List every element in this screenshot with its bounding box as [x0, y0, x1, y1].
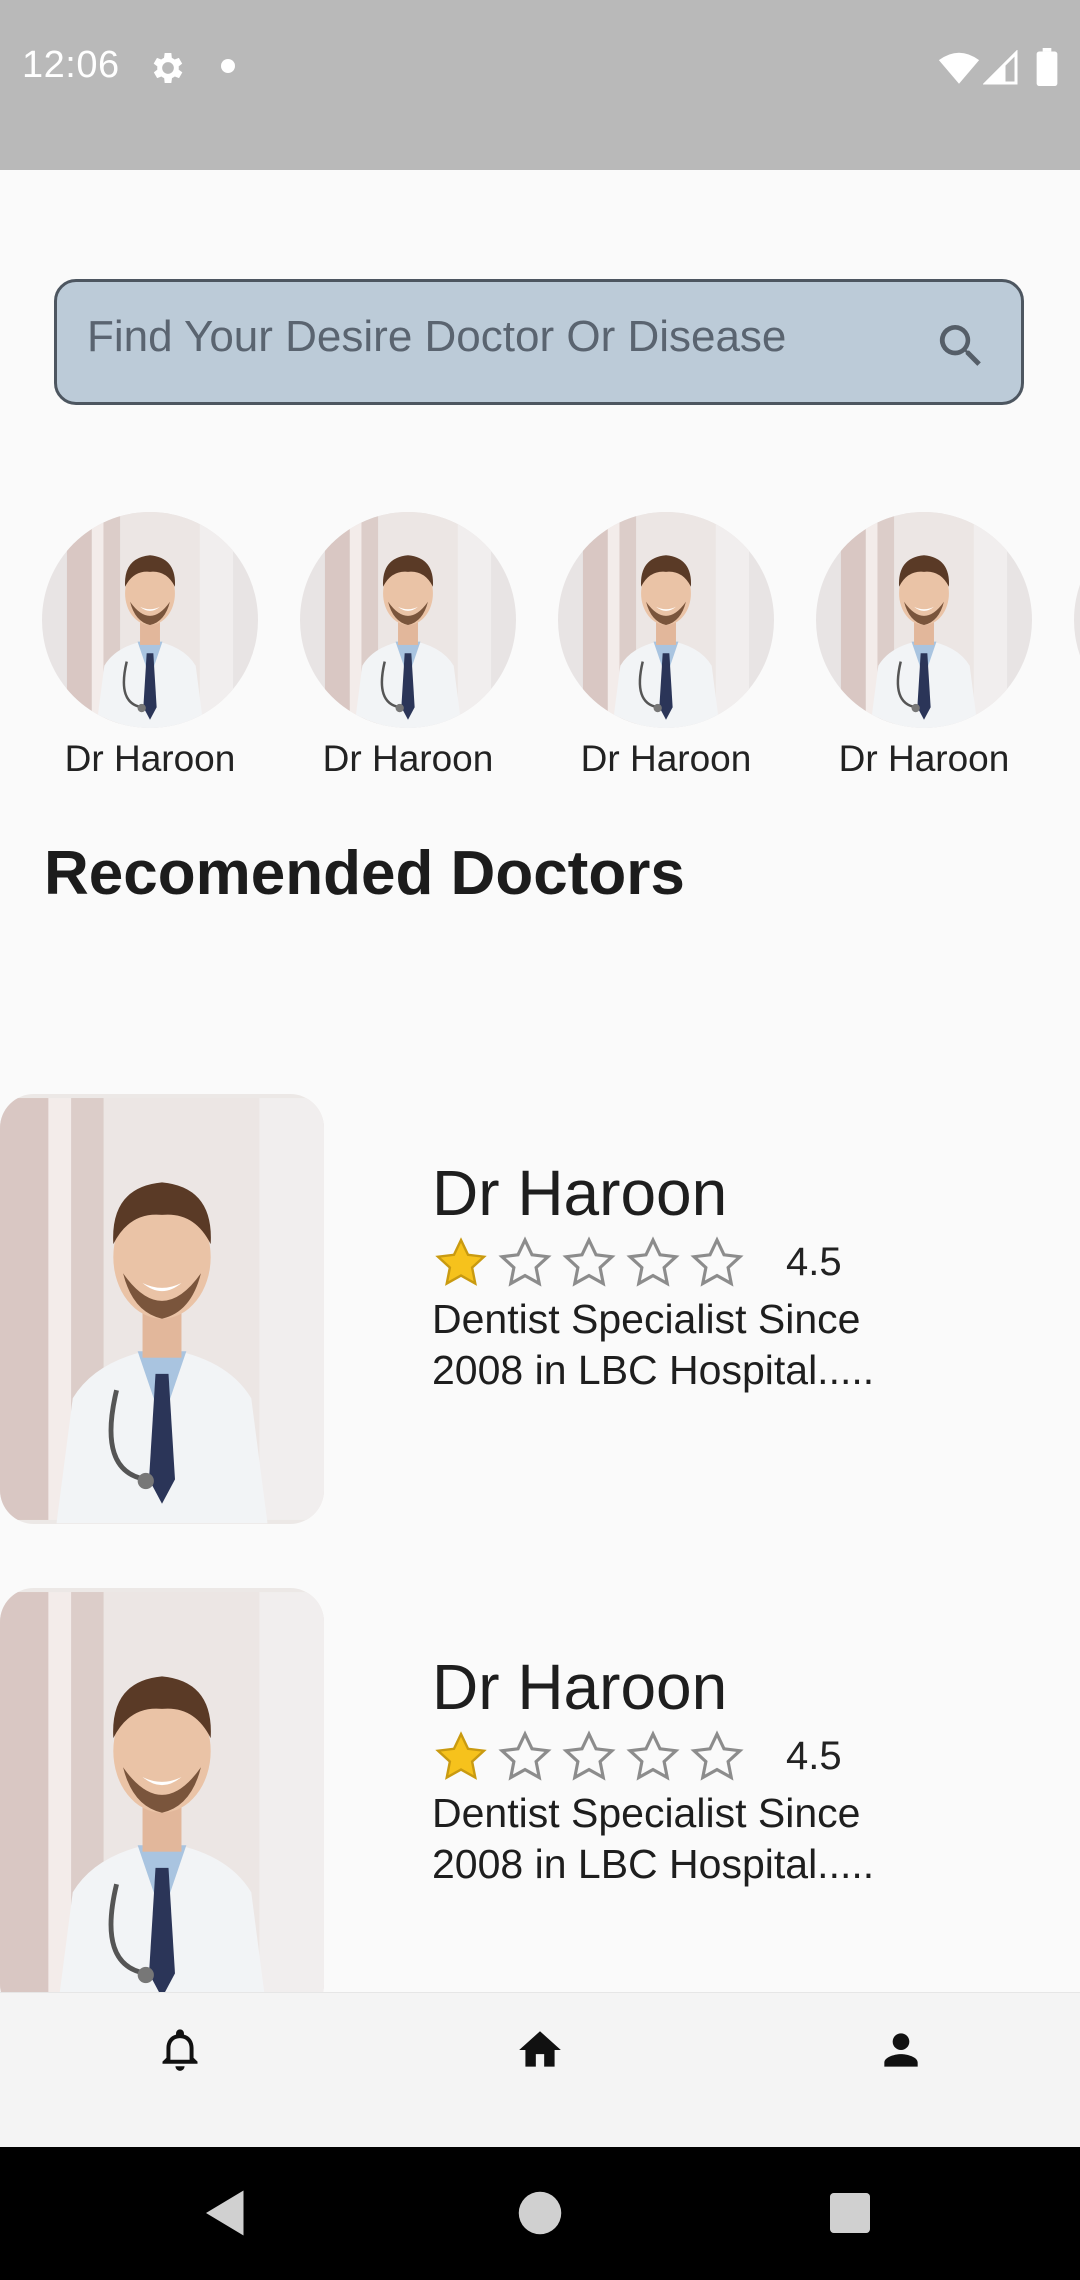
star-empty-icon	[496, 1234, 554, 1292]
section-title: Recomended Doctors	[44, 839, 685, 908]
doctor-avatar-item[interactable]: Dr Haroon	[795, 512, 1053, 780]
battery-icon	[1036, 48, 1058, 86]
doctor-avatar-item[interactable]: Dr Haroon	[537, 512, 795, 780]
cell-signal-icon	[983, 50, 1018, 85]
doctor-avatar-partial[interactable]	[1074, 512, 1080, 728]
star-empty-icon	[496, 1728, 554, 1786]
star-empty-icon	[688, 1234, 746, 1292]
wifi-icon	[938, 52, 980, 84]
doctor-avatar-item[interactable]: Dr Haroon	[279, 512, 537, 780]
search-bar[interactable]	[54, 279, 1024, 405]
doctor-avatar-photo[interactable]	[558, 512, 774, 728]
doctor-avatar-name: Dr Haroon	[838, 738, 1010, 779]
doctor-avatar-photo[interactable]	[300, 512, 516, 728]
doctor-avatar-photo[interactable]	[816, 512, 1032, 728]
home-icon[interactable]	[515, 2025, 565, 2075]
star-empty-icon	[624, 1728, 682, 1786]
star-filled-icon	[432, 1728, 490, 1786]
rating-value: 4.5	[786, 1240, 842, 1284]
doctor-card[interactable]: Dr Haroon 4.5 Dentist Specialist Since 2…	[0, 1588, 1080, 1992]
doctor-avatars-row[interactable]: Dr Haroon Dr Haroon Dr Haroon Dr Haroon	[0, 512, 1080, 782]
doctor-name: Dr Haroon	[432, 1157, 728, 1229]
status-time: 12:06	[22, 44, 120, 86]
doctor-photo[interactable]	[0, 1094, 324, 1524]
doctor-avatar-name: Dr Haroon	[64, 738, 236, 779]
nav-profile[interactable]	[840, 1993, 960, 2103]
doctor-avatar-item[interactable]: Dr Haroon	[21, 512, 279, 780]
search-input[interactable]	[87, 282, 907, 392]
person-icon[interactable]	[876, 2025, 926, 2075]
doctor-description: Dentist Specialist Since 2008 in LBC Hos…	[432, 1790, 875, 1887]
doctor-name: Dr Haroon	[432, 1651, 728, 1723]
rating-stars: 4.5	[432, 1728, 952, 1788]
nav-home[interactable]	[479, 1993, 599, 2103]
star-empty-icon	[624, 1234, 682, 1292]
doctor-avatar-name: Dr Haroon	[322, 738, 494, 779]
notification-dot-icon	[221, 59, 235, 73]
doctor-avatar-name: Dr Haroon	[580, 738, 752, 779]
doctor-card[interactable]: Dr Haroon 4.5 Dentist Specialist Since 2…	[0, 1094, 1080, 1524]
settings-gear-icon	[153, 53, 183, 83]
search-icon[interactable]	[933, 318, 989, 374]
doctor-photo[interactable]	[0, 1588, 324, 1992]
star-empty-icon	[560, 1234, 618, 1292]
recents-icon[interactable]	[820, 2183, 880, 2243]
rating-value: 4.5	[786, 1734, 842, 1778]
system-navigation-bar	[0, 2147, 1080, 2280]
bottom-navigation	[0, 1992, 1080, 2148]
star-empty-icon	[560, 1728, 618, 1786]
doctor-avatar-photo[interactable]	[42, 512, 258, 728]
doctor-description: Dentist Specialist Since 2008 in LBC Hos…	[432, 1296, 875, 1393]
back-icon[interactable]	[196, 2183, 256, 2243]
star-filled-icon	[432, 1234, 490, 1292]
home-circle-icon[interactable]	[510, 2183, 570, 2243]
nav-notifications[interactable]	[119, 1993, 239, 2103]
status-bar: 12:06	[0, 0, 1080, 170]
rating-stars: 4.5	[432, 1234, 952, 1294]
star-empty-icon	[688, 1728, 746, 1786]
bell-icon[interactable]	[155, 2025, 205, 2075]
